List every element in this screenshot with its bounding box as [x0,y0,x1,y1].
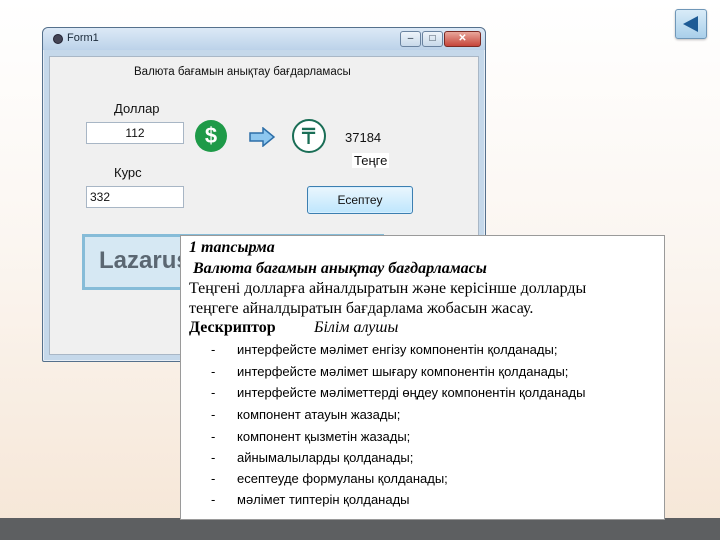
rate-label: Курс [114,165,142,180]
program-heading: Валюта бағамын анықтау бағдарламасы [134,66,351,78]
task-title: 1 тапсырма [189,239,275,256]
descriptor-item: - интерфейсте мәлімет шығару компонентін … [211,364,569,379]
dollar-input[interactable]: 112 [86,122,184,144]
nav-back-button[interactable] [675,9,707,39]
tenge-label: Теңге [352,153,390,168]
arrow-right-icon [249,127,275,147]
result-value: 37184 [345,130,382,145]
descriptor-subject: Білім алушы [314,319,399,336]
task-text-line-2: теңгеге айналдыратын бағдарлама жобасын … [189,300,534,317]
descriptor-item: - есептеуде формуланы қолданады; [211,471,448,486]
maximize-button[interactable]: □ [422,31,443,47]
dollar-label: Доллар [114,101,160,116]
descriptor-item: - интерфейсте мәліметтерді өңдеу компонен… [211,385,586,400]
descriptor-label: Дескриптор [189,319,276,336]
descriptor-item: - интерфейсте мәлімет енгізу компонентін … [211,342,558,357]
task-text-line-1: Теңгені долларға айналдыратын және керіс… [189,280,587,297]
lazarus-caption: Lazarus [99,247,190,274]
calculate-button[interactable]: Есептеу [307,186,413,214]
window-title: Form1 [67,32,99,44]
bottom-bar [0,518,720,540]
descriptor-item: - компонент қызметін жазады; [211,429,411,444]
task-document: 1 тапсырма Валюта бағамын анықтау бағдар… [180,235,665,520]
task-subtitle: Валюта бағамын анықтау бағдарламасы [193,260,487,277]
tenge-icon [292,119,326,153]
descriptor-item: - компонент атауын жазады; [211,407,401,422]
dollar-icon: $ [195,120,227,152]
rate-input[interactable]: 332 [86,186,184,208]
triangle-left-icon [683,16,698,32]
minimize-button[interactable]: – [400,31,421,47]
app-icon [53,34,63,44]
title-bar[interactable]: Form1 – □ ✕ [43,28,485,50]
close-button[interactable]: ✕ [444,31,481,47]
descriptor-item: - мәлімет типтерін қолданады [211,492,410,507]
descriptor-item: - айнымалыларды қолданады; [211,450,414,465]
